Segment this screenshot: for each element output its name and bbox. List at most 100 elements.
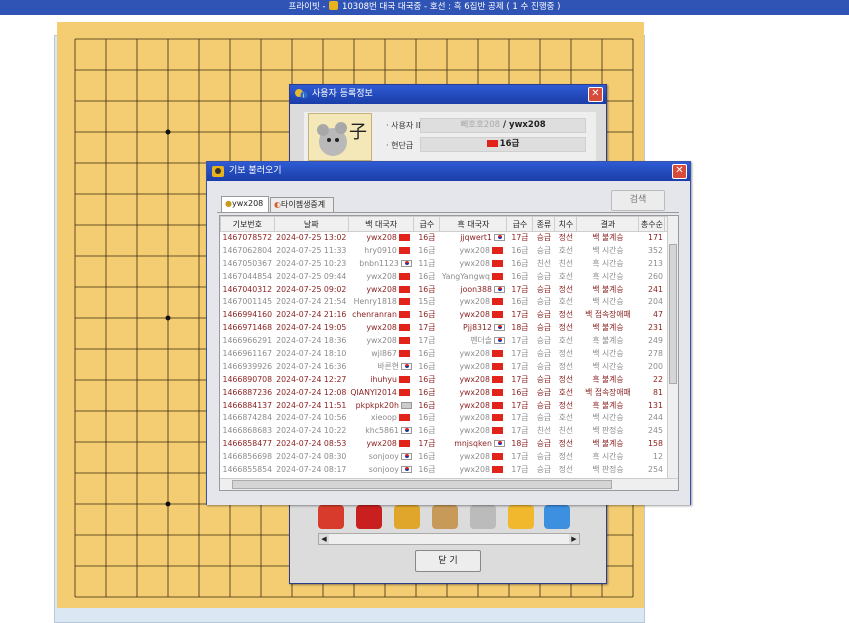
user-info-scrollbar[interactable]: ◀ ▶ bbox=[318, 533, 580, 545]
cell-hc: 호선 bbox=[558, 245, 574, 255]
table-row[interactable]: 1466890708 2024-07-24 12:27 ihuhyu 16급 ywx20… bbox=[221, 373, 677, 386]
cell-white: ihuhyu bbox=[370, 374, 397, 384]
cell-moves: 244 bbox=[648, 413, 663, 423]
search-button[interactable]: 검색 bbox=[611, 190, 665, 211]
col-header[interactable]: 치수 bbox=[554, 216, 578, 232]
china-flag-icon bbox=[491, 298, 503, 306]
robot-icon[interactable] bbox=[470, 505, 496, 529]
table-cell: 278 bbox=[639, 348, 665, 361]
cell-date: 2024-07-24 21:16 bbox=[276, 310, 347, 320]
china-flag-icon bbox=[398, 375, 410, 383]
game-record-close-icon[interactable]: ✕ bbox=[672, 164, 687, 179]
scroll-thumb[interactable] bbox=[669, 244, 677, 384]
table-row[interactable]: 1467062804 2024-07-25 11:33 hry0910 16급 ywx2… bbox=[221, 244, 677, 257]
list-horizontal-scrollbar[interactable] bbox=[220, 478, 678, 490]
table-row[interactable]: 1466855854 2024-07-24 08:17 sonjooy 16급 ywx2… bbox=[221, 464, 677, 477]
user-id-label: · 사용자 ID bbox=[386, 121, 425, 130]
table-row[interactable]: 1467078572 2024-07-25 13:02 ywx208 16급 jjqwe… bbox=[221, 232, 677, 245]
cell-res: 백 시간승 bbox=[592, 245, 624, 255]
table-row[interactable]: 1466874284 2024-07-24 10:56 xieoop 16급 ywx20… bbox=[221, 412, 677, 425]
cell-white: khc5861 bbox=[365, 426, 399, 436]
cell-res: 흑 불계승 bbox=[592, 336, 624, 346]
table-row[interactable]: 1466887236 2024-07-24 12:08 QIANYI2014 16급 y… bbox=[221, 386, 677, 399]
table-cell: 1466994160 bbox=[221, 309, 275, 322]
book-icon[interactable] bbox=[356, 505, 382, 529]
table-cell: 정선 bbox=[555, 232, 577, 245]
table-cell: 승급 bbox=[533, 451, 555, 464]
player-icon[interactable] bbox=[394, 505, 420, 529]
table-cell: 17급 bbox=[507, 412, 533, 425]
table-cell: 호선 bbox=[555, 412, 577, 425]
col-header[interactable]: 흑 대국자 bbox=[439, 216, 508, 232]
table-cell: 16급 bbox=[414, 464, 440, 477]
cell-moves: 200 bbox=[648, 361, 663, 371]
table-cell: 11급 bbox=[414, 257, 440, 270]
table-row[interactable]: 1467050367 2024-07-25 10:23 bnbn1123 11급 ywx… bbox=[221, 257, 677, 270]
table-row[interactable]: 1467040312 2024-07-25 09:02 ywx208 16급 joon3… bbox=[221, 283, 677, 296]
table-row[interactable]: 1466994160 2024-07-24 21:16 chenranran 16급 y… bbox=[221, 309, 677, 322]
cell-moves: 12 bbox=[653, 452, 663, 462]
table-row[interactable]: 1466856698 2024-07-24 08:30 sonjooy 16급 ywx2… bbox=[221, 451, 677, 464]
table-cell: 16급 bbox=[507, 244, 533, 257]
tab-live[interactable]: ◐타이젬생중계 bbox=[270, 197, 334, 213]
table-cell: 1467078572 bbox=[221, 232, 275, 245]
table-cell: chenranran bbox=[348, 309, 414, 322]
bag-icon[interactable] bbox=[318, 505, 344, 529]
col-header[interactable]: 급수 bbox=[413, 216, 441, 232]
table-row[interactable]: 1466884137 2024-07-24 11:51 pkpkpk20h 16급 yw… bbox=[221, 399, 677, 412]
table-row[interactable]: 1466858477 2024-07-24 08:53 ywx208 17급 mnjsq… bbox=[221, 438, 677, 451]
cell-date: 2024-07-24 18:36 bbox=[276, 336, 347, 346]
scroll-right-icon[interactable]: ▶ bbox=[569, 534, 579, 544]
tab-user[interactable]: ●ywx208 bbox=[221, 196, 269, 213]
table-cell: ywx208 bbox=[348, 283, 414, 296]
table-cell: 1466939926 bbox=[221, 360, 275, 373]
game-record-table: 기보번호 날짜 백 대국자 급수 흑 대국자 급수 종류 치수 결과 총수순 대… bbox=[220, 216, 678, 477]
scroll-left-icon[interactable]: ◀ bbox=[319, 534, 329, 544]
col-header[interactable]: 총수순 bbox=[638, 216, 666, 232]
col-header[interactable]: 백 대국자 bbox=[347, 216, 415, 232]
cell-res: 백 시간승 bbox=[592, 361, 624, 371]
col-header[interactable]: 날짜 bbox=[273, 216, 349, 232]
table-row[interactable]: 1466939926 2024-07-24 16:36 바른현 16급 ywx208 17… bbox=[221, 360, 677, 373]
cell-black: ywx208 bbox=[459, 361, 490, 371]
close-button[interactable]: 닫 기 bbox=[415, 550, 481, 572]
table-row[interactable]: 1467044854 2024-07-25 09:44 ywx208 16급 YangY… bbox=[221, 270, 677, 283]
table-row[interactable]: 1466971468 2024-07-24 19:05 ywx208 17급 Pjj83… bbox=[221, 322, 677, 335]
dancer-icon[interactable] bbox=[432, 505, 458, 529]
list-vertical-scrollbar[interactable] bbox=[667, 216, 678, 478]
col-header[interactable]: 결과 bbox=[576, 216, 640, 232]
game-record-titlebar[interactable]: 기보 불러오기 ✕ bbox=[207, 162, 690, 181]
add-friend-icon[interactable] bbox=[508, 505, 534, 529]
table-cell: 47 bbox=[639, 309, 665, 322]
table-row[interactable]: 1466868683 2024-07-24 10:22 khc5861 16급 ywx2… bbox=[221, 425, 677, 438]
table-cell: 12 bbox=[639, 451, 665, 464]
col-header[interactable]: 급수 bbox=[506, 216, 534, 232]
cell-wr: 16급 bbox=[418, 452, 436, 462]
table-cell: 정선 bbox=[555, 348, 577, 361]
table-cell: ywx208 bbox=[440, 244, 507, 257]
cell-black: jjqwert1 bbox=[460, 233, 492, 243]
table-cell: wjl867 bbox=[348, 348, 414, 361]
cell-white: wjl867 bbox=[371, 348, 397, 358]
table-cell: 백 시간승 bbox=[577, 244, 639, 257]
cell-res: 흑 시간승 bbox=[592, 271, 624, 281]
table-cell: 131 bbox=[639, 399, 665, 412]
cell-res: 백 접속장애패 bbox=[585, 310, 631, 320]
table-cell: 352 bbox=[639, 244, 665, 257]
cell-white: ywx208 bbox=[366, 439, 397, 449]
table-row[interactable]: 1466961167 2024-07-24 18:10 wjl867 16급 ywx20… bbox=[221, 348, 677, 361]
table-cell: 펜더솔 bbox=[440, 335, 507, 348]
user-info-close-icon[interactable]: ✕ bbox=[588, 87, 603, 102]
user-info-titlebar[interactable]: i 사용자 등록정보 ✕ bbox=[290, 85, 606, 104]
col-header[interactable]: 종류 bbox=[532, 216, 556, 232]
chart-icon[interactable] bbox=[544, 505, 570, 529]
scroll-thumb[interactable] bbox=[232, 480, 612, 489]
table-cell: 2024-07-24 10:56 bbox=[274, 412, 348, 425]
table-row[interactable]: 1467001145 2024-07-24 21:54 Henry1818 15급 yw… bbox=[221, 296, 677, 309]
game-record-list[interactable]: 기보번호 날짜 백 대국자 급수 흑 대국자 급수 종류 치수 결과 총수순 대… bbox=[219, 215, 679, 491]
table-row[interactable]: 1466966291 2024-07-24 18:36 ywx208 17급 펜더솔 17… bbox=[221, 335, 677, 348]
cell-white: chenranran bbox=[352, 310, 397, 320]
table-cell: ywx208 bbox=[440, 309, 507, 322]
table-cell: 백 접속장애패 bbox=[577, 309, 639, 322]
col-header[interactable]: 기보번호 bbox=[220, 216, 275, 232]
